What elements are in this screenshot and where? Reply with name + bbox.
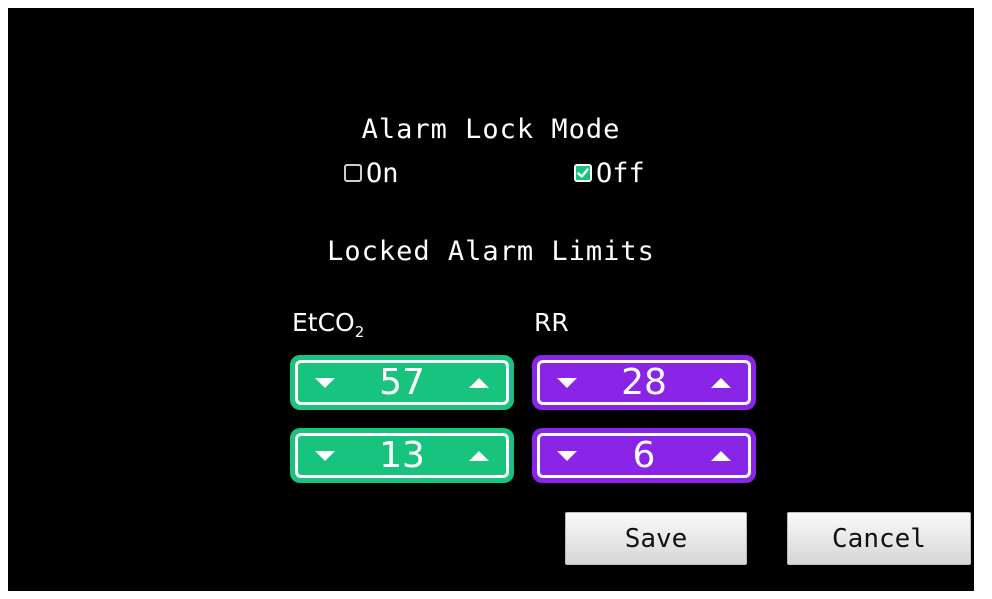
alarm-lock-off-option[interactable]: Off	[574, 156, 645, 190]
locked-alarm-limits-title: Locked Alarm Limits	[327, 236, 655, 267]
etco2-low-limit-stepper: 13	[290, 428, 514, 483]
save-button[interactable]: Save	[565, 512, 747, 565]
rr-high-limit-stepper: 28	[532, 355, 756, 410]
cancel-button[interactable]: Cancel	[787, 512, 971, 565]
decrease-arrow-icon[interactable]	[554, 449, 580, 463]
increase-arrow-icon[interactable]	[708, 449, 734, 463]
etco2-low-value: 13	[379, 434, 425, 476]
increase-arrow-icon[interactable]	[466, 449, 492, 463]
decrease-arrow-icon[interactable]	[554, 376, 580, 390]
checkbox-checked-icon[interactable]	[574, 164, 592, 182]
etco2-column-label: EtCO2	[292, 308, 365, 341]
alarm-settings-screen: Alarm Lock Mode On Off Locked Alarm Limi…	[8, 8, 974, 591]
alarm-lock-on-label: On	[366, 157, 399, 189]
increase-arrow-icon[interactable]	[708, 376, 734, 390]
rr-high-value: 28	[621, 361, 667, 403]
decrease-arrow-icon[interactable]	[312, 376, 338, 390]
alarm-lock-mode-title: Alarm Lock Mode	[361, 114, 621, 145]
rr-low-limit-stepper: 6	[532, 428, 756, 483]
checkbox-unchecked-icon[interactable]	[344, 164, 362, 182]
rr-low-value: 6	[632, 434, 656, 476]
alarm-lock-off-label: Off	[596, 157, 645, 189]
etco2-high-limit-stepper: 57	[290, 355, 514, 410]
alarm-lock-on-option[interactable]: On	[344, 156, 399, 190]
decrease-arrow-icon[interactable]	[312, 449, 338, 463]
increase-arrow-icon[interactable]	[466, 376, 492, 390]
etco2-high-value: 57	[379, 361, 425, 403]
rr-column-label: RR	[534, 308, 569, 337]
